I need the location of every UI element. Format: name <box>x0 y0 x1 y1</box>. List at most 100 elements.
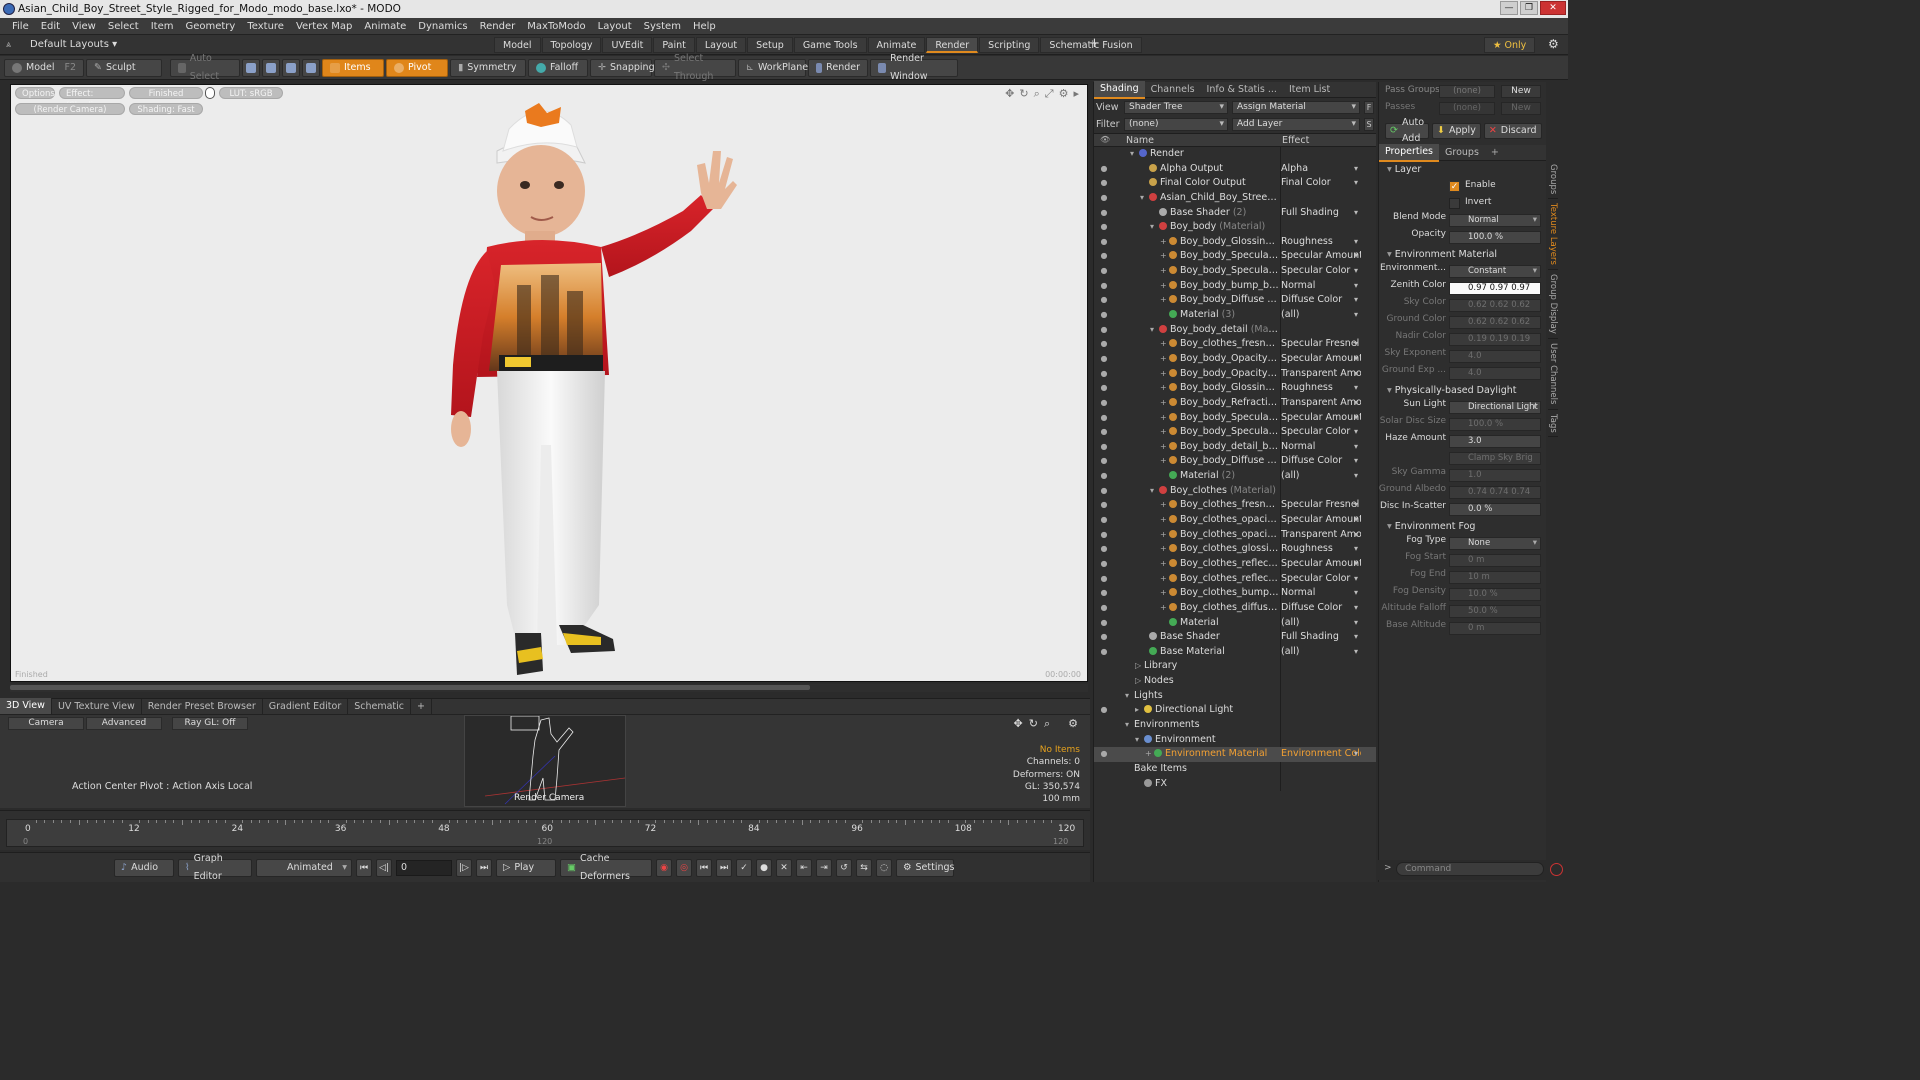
advanced-button[interactable]: Advanced <box>86 717 162 730</box>
animated-dropdown[interactable]: Animated ▾ <box>256 858 352 877</box>
command-input[interactable]: Command <box>1396 862 1544 876</box>
expand-toggle-icon[interactable]: + <box>1160 337 1169 352</box>
effect-dropdown[interactable]: Roughness <box>1281 235 1361 250</box>
expand-toggle-icon[interactable]: + <box>1160 601 1169 616</box>
sculpt-mode-button[interactable]: ✎ Sculpt <box>86 58 162 77</box>
effect-dropdown[interactable]: Specular Color <box>1281 425 1361 440</box>
tree-row[interactable]: ● ▸ Directional Light <box>1094 703 1376 718</box>
tree-row[interactable]: ● ▾ Boy_body_detail (Material) <box>1094 323 1376 338</box>
property-value-field[interactable]: 3.0 <box>1449 435 1541 448</box>
tree-row[interactable]: ● ▾ Boy_clothes (Material) <box>1094 484 1376 499</box>
effect-dropdown[interactable]: Specular Color <box>1281 572 1361 587</box>
command-stop-icon[interactable] <box>1550 863 1563 876</box>
filter-dropdown[interactable]: (none) <box>1124 118 1228 131</box>
tree-row[interactable]: ▷ Library <box>1094 659 1376 674</box>
assign-material-button[interactable]: Assign Material <box>1232 101 1360 114</box>
mini-rotate-icon[interactable]: ↻ <box>1029 717 1038 731</box>
tab-setup[interactable]: Setup <box>747 37 793 53</box>
visibility-toggle-icon[interactable]: ● <box>1098 411 1110 426</box>
tree-row[interactable]: ● + Boy_body_Diffuse (Im...Diffuse Color▾ <box>1094 454 1376 469</box>
vtab-group-display[interactable]: Group Display <box>1548 270 1558 340</box>
tree-row[interactable]: ● ▾ Boy_body (Material) <box>1094 220 1376 235</box>
tree-row[interactable]: ●+Boy_body_Specular (I...Specular Amount… <box>1094 411 1376 426</box>
tree-row[interactable]: ● Alpha Output Alpha ▾ <box>1094 162 1376 177</box>
visibility-toggle-icon[interactable]: ● <box>1098 206 1110 221</box>
snapping-button[interactable]: ✛ Snapping <box>590 58 655 77</box>
environment-material-section[interactable]: Environment Material <box>1379 246 1546 263</box>
property-value-field[interactable]: 0.74 0.74 0.74 <box>1449 486 1541 499</box>
menu-file[interactable]: File <box>6 18 35 35</box>
expand-toggle-icon[interactable]: + <box>1160 293 1169 308</box>
expand-toggle-icon[interactable]: + <box>1160 249 1169 264</box>
visibility-toggle-icon[interactable]: ● <box>1098 616 1110 631</box>
tree-row[interactable]: ● + Boy_body_Diffuse (Im...Diffuse Color▾ <box>1094 293 1376 308</box>
visibility-toggle-icon[interactable]: ● <box>1098 308 1110 323</box>
tab-shading[interactable]: Shading <box>1094 80 1145 99</box>
tree-row[interactable]: ▾ Render <box>1094 147 1376 162</box>
effect-dropdown[interactable]: Final Color <box>1281 176 1361 191</box>
viewport-scrollbar[interactable] <box>10 684 1088 692</box>
property-value-field[interactable]: Clamp Sky Brig ... <box>1449 452 1541 474</box>
tree-row[interactable]: ● + Boy_clothes_bump_ba...Normal▾ <box>1094 586 1376 601</box>
tree-row[interactable]: ● + Boy_clothes_diffuse (I...Diffuse Color… <box>1094 601 1376 616</box>
timeline-ruler[interactable]: 0 120 120 0 12 24 36 48 60 72 84 96 108 120 <box>6 819 1084 847</box>
symmetry-button[interactable]: ▮ Symmetry <box>450 58 526 77</box>
property-value-field[interactable]: 0.62 0.62 0.62 <box>1449 316 1541 329</box>
play-button[interactable]: ▷ Play <box>496 858 556 877</box>
effect-dropdown[interactable]: Roughness <box>1281 381 1361 396</box>
effect-dropdown[interactable]: (all) <box>1281 469 1361 484</box>
vtab-texture-layers[interactable]: Texture Layers <box>1548 199 1558 271</box>
menu-animate[interactable]: Animate <box>358 18 412 35</box>
key-next-icon[interactable]: ⇥ <box>816 858 832 877</box>
maximize-button[interactable]: ❐ <box>1520 1 1538 15</box>
tree-row[interactable]: ▾ Environments <box>1094 718 1376 733</box>
settings-button[interactable]: ⚙ Settings <box>896 858 955 877</box>
expand-toggle-icon[interactable]: ▷ <box>1135 659 1144 674</box>
effect-dropdown[interactable]: Normal <box>1281 440 1361 455</box>
expand-toggle-icon[interactable]: + <box>1160 440 1169 455</box>
expand-toggle-icon[interactable]: + <box>1160 513 1169 528</box>
visibility-toggle-icon[interactable]: ● <box>1098 396 1110 411</box>
expand-toggle-icon[interactable]: + <box>1160 367 1169 382</box>
only-toggle[interactable]: ★ Only <box>1484 37 1536 53</box>
expand-toggle-icon[interactable]: + <box>1160 542 1169 557</box>
tab-groups[interactable]: Groups <box>1439 145 1485 161</box>
s-button[interactable]: S <box>1364 118 1374 131</box>
visibility-toggle-icon[interactable]: ● <box>1098 601 1110 616</box>
effect-dropdown[interactable]: Specular Amount <box>1281 411 1361 426</box>
select-polygons-button[interactable] <box>282 58 300 77</box>
visibility-toggle-icon[interactable]: ● <box>1098 235 1110 250</box>
visibility-toggle-icon[interactable]: ● <box>1098 469 1110 484</box>
visibility-toggle-icon[interactable]: ● <box>1098 249 1110 264</box>
gear-icon[interactable]: ⚙ <box>1548 37 1559 51</box>
expand-toggle-icon[interactable]: ▾ <box>1135 733 1144 748</box>
expand-toggle-icon[interactable]: ▾ <box>1150 323 1159 338</box>
effect-dropdown[interactable]: Diffuse Color <box>1281 601 1361 616</box>
property-value-field[interactable]: None <box>1449 537 1541 550</box>
tab-schematic[interactable]: Schematic <box>348 698 412 715</box>
timeline[interactable]: 0 120 120 0 12 24 36 48 60 72 84 96 108 120 <box>0 810 1090 850</box>
apply-button[interactable]: ⬇ Apply <box>1432 123 1481 139</box>
auto-add-button[interactable]: ⟳ Auto Add <box>1385 117 1430 144</box>
expand-toggle-icon[interactable]: + <box>1160 498 1169 513</box>
tree-row[interactable]: ●+Boy_body_detail_bum ...Normal▾ <box>1094 440 1376 455</box>
last-frame-button[interactable]: ⏭ <box>476 858 492 877</box>
effect-column-header[interactable]: Effect <box>1282 135 1309 146</box>
tree-row[interactable]: ●+Boy_body_Glossiness ...Roughness▾ <box>1094 235 1376 250</box>
tree-row[interactable]: ● Base Shader Full Shading ▾ <box>1094 630 1376 645</box>
tree-row[interactable]: ●+Boy_body_Refraction ...Transparent Amo… <box>1094 396 1376 411</box>
minimize-button[interactable]: — <box>1500 1 1518 15</box>
visibility-toggle-icon[interactable]: ● <box>1098 425 1110 440</box>
property-value-field[interactable]: 0 m <box>1449 622 1541 635</box>
tab-game-tools[interactable]: Game Tools <box>793 37 867 53</box>
enable-checkbox[interactable]: ✓ <box>1449 181 1460 192</box>
effect-dropdown[interactable]: Transparent Amo... <box>1281 367 1361 382</box>
bounce-icon[interactable]: ⇆ <box>856 858 872 877</box>
menu-help[interactable]: Help <box>687 18 722 35</box>
tree-row[interactable]: ●+Boy_body_Opacity (I...Specular Amount▾ <box>1094 352 1376 367</box>
tab-render-preset-browser[interactable]: Render Preset Browser <box>142 698 263 715</box>
effect-dropdown[interactable]: Roughness <box>1281 542 1361 557</box>
name-column-header[interactable]: Name <box>1126 135 1154 146</box>
property-value-field[interactable]: 0.97 0.97 0.97 <box>1449 282 1541 295</box>
visibility-toggle-icon[interactable]: ● <box>1098 293 1110 308</box>
